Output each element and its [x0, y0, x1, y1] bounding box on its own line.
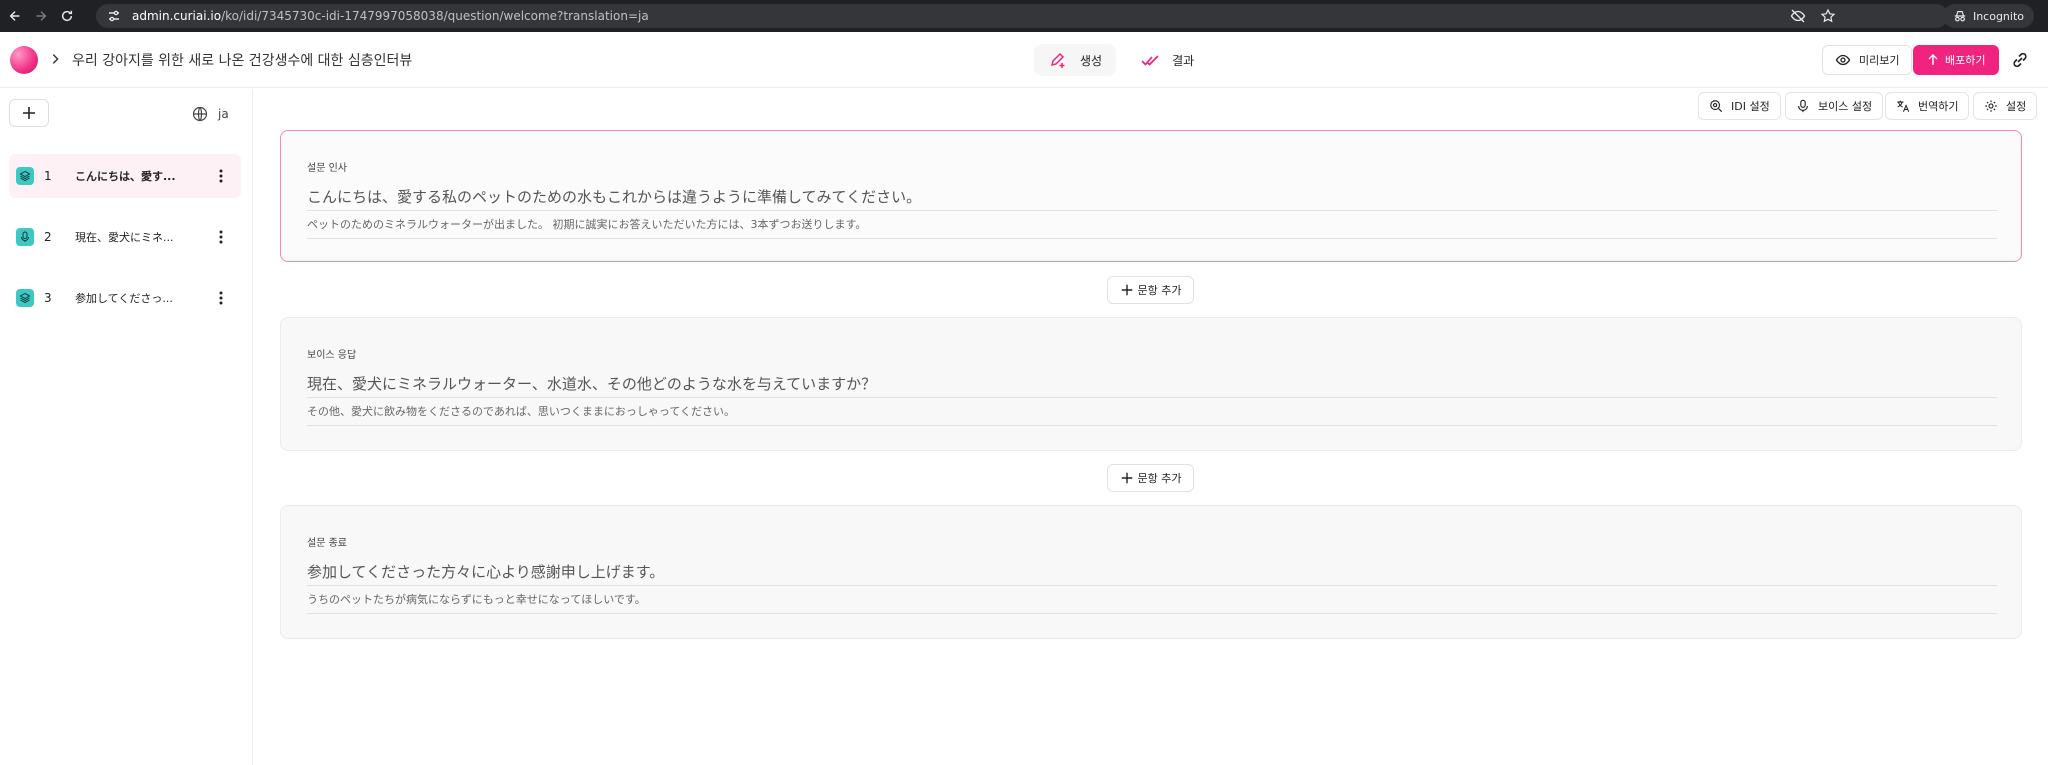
card-main-text[interactable]: 参加してくださった方々に心より感謝申し上げます。: [307, 561, 1997, 586]
question-card-voice[interactable]: 보이스 응답 現在、愛犬にミネラルウォーター、水道水、その他どのような水を与えて…: [280, 317, 2022, 451]
globe-icon: [192, 106, 208, 122]
more-vertical-icon[interactable]: [213, 290, 229, 306]
preview-button[interactable]: 미리보기: [1822, 45, 1913, 75]
back-icon[interactable]: [4, 5, 26, 27]
double-check-icon: [1141, 55, 1159, 66]
question-number: 1: [44, 169, 52, 183]
more-vertical-icon[interactable]: [213, 168, 229, 184]
card-main-text[interactable]: 現在、愛犬にミネラルウォーター、水道水、その他どのような水を与えていますか？: [307, 373, 1997, 398]
tab-create-label: 생성: [1080, 53, 1103, 68]
preview-label: 미리보기: [1859, 54, 1900, 67]
app-header: 우리 강아지를 위한 새로 나온 건강생수에 대한 심층인터뷰 생성 결과 미리…: [0, 32, 2048, 88]
reload-icon[interactable]: [56, 5, 78, 27]
sidebar-item-question-1[interactable]: 1 こんにちは、愛す...: [9, 154, 241, 198]
incognito-label: Incognito: [1972, 9, 2024, 23]
browser-chrome: admin.curiai.io/ko/idi/7345730c-idi-1747…: [0, 0, 2048, 32]
address-bar[interactable]: admin.curiai.io/ko/idi/7345730c-idi-1747…: [96, 4, 1948, 28]
card-sub-text[interactable]: うちのペットたちが病気にならずにもっと幸せになってほしいです。: [307, 591, 1997, 614]
incognito-icon: [1954, 11, 1966, 22]
question-number: 3: [44, 291, 52, 305]
sidebar-item-question-2[interactable]: 2 現在、愛犬にミネ...: [9, 215, 241, 259]
translate-label: 번역하기: [1918, 100, 1959, 113]
site-info-icon[interactable]: [106, 8, 122, 24]
question-label: 参加してくださっ...: [75, 292, 173, 305]
layers-icon: [16, 289, 34, 307]
card-type-label: 설문 종료: [307, 538, 347, 549]
microphone-icon: [16, 228, 34, 246]
question-card-closing[interactable]: 설문 종료 参加してくださった方々に心より感謝申し上げます。 うちのペットたちが…: [280, 505, 2022, 639]
app-logo[interactable]: [10, 46, 38, 74]
microphone-icon: [1798, 99, 1808, 113]
card-type-label: 보이스 응답: [307, 350, 357, 361]
idi-settings-button[interactable]: IDI 설정: [1698, 92, 1781, 120]
deploy-button[interactable]: 배포하기: [1913, 45, 2000, 75]
eye-off-icon[interactable]: [1790, 8, 1806, 24]
card-type-label: 설문 인사: [307, 163, 347, 174]
question-card-welcome[interactable]: 설문 인사 こんにちは、愛する私のペットのための水もこれからは違うように準備して…: [280, 130, 2022, 262]
settings-label: 설정: [2006, 100, 2027, 113]
add-question-button[interactable]: [9, 99, 49, 127]
more-vertical-icon[interactable]: [213, 229, 229, 245]
eye-refresh-icon: [1835, 54, 1851, 66]
voice-settings-button[interactable]: 보이스 설정: [1785, 92, 1884, 120]
tab-results[interactable]: 결과: [1126, 44, 1208, 76]
layers-icon: [16, 167, 34, 185]
tab-results-label: 결과: [1172, 53, 1195, 68]
deploy-label: 배포하기: [1945, 54, 1986, 67]
url-host: admin.curiai.io: [132, 9, 222, 23]
question-label: 現在、愛犬にミネ...: [75, 231, 174, 244]
pen-plus-icon: [1050, 52, 1065, 68]
translate-button[interactable]: 번역하기: [1885, 92, 1970, 120]
url-path: /ko/idi/7345730c-idi-1747997058038/quest…: [221, 9, 649, 23]
chevron-right-icon: [52, 54, 59, 64]
voice-settings-label: 보이스 설정: [1818, 100, 1873, 113]
question-label: こんにちは、愛す...: [75, 170, 175, 183]
idi-settings-label: IDI 설정: [1731, 100, 1770, 113]
settings-button[interactable]: 설정: [1973, 92, 2038, 120]
idi-settings-icon: [1710, 100, 1723, 113]
arrow-up-icon: [1928, 54, 1938, 65]
card-sub-text[interactable]: その他、愛犬に飲み物をくださるのであれば、思いつくままにおっしゃってください。: [307, 403, 1997, 426]
sidebar: ja 1 こんにちは、愛す... 2 現在、愛犬にミネ... 3 参加してくださ…: [0, 89, 253, 765]
translate-icon: [1897, 100, 1910, 112]
forward-icon[interactable]: [30, 5, 52, 27]
add-sentence-label: 문항 추가: [1137, 284, 1182, 297]
add-sentence-button[interactable]: 문항 추가: [1107, 276, 1194, 304]
sidebar-item-question-3[interactable]: 3 参加してくださっ...: [9, 276, 241, 320]
card-sub-text[interactable]: ペットのためのミネラルウォーターが出ました。 初期に誠実にお答えいただいた方には…: [307, 216, 1997, 239]
plus-icon: [1121, 284, 1132, 296]
language-selector[interactable]: ja: [192, 106, 229, 122]
plus-icon: [1121, 472, 1132, 484]
page-title: 우리 강아지를 위한 새로 나온 건강생수에 대한 심층인터뷰: [72, 53, 413, 69]
card-main-text[interactable]: こんにちは、愛する私のペットのための水もこれからは違うように準備してみてください…: [307, 186, 1997, 211]
add-sentence-button[interactable]: 문항 추가: [1107, 464, 1194, 492]
bookmark-star-icon[interactable]: [1820, 8, 1836, 24]
mode-tabs: 생성 결과: [1034, 44, 1208, 76]
incognito-badge[interactable]: Incognito: [1942, 4, 2034, 28]
add-sentence-label: 문항 추가: [1137, 472, 1182, 485]
question-number: 2: [44, 230, 52, 244]
language-label: ja: [218, 107, 229, 121]
tab-create[interactable]: 생성: [1034, 44, 1117, 76]
gear-icon: [1985, 100, 1997, 112]
plus-icon: [23, 107, 35, 119]
link-icon[interactable]: [2010, 50, 2030, 70]
url-text[interactable]: admin.curiai.io/ko/idi/7345730c-idi-1747…: [132, 9, 649, 23]
